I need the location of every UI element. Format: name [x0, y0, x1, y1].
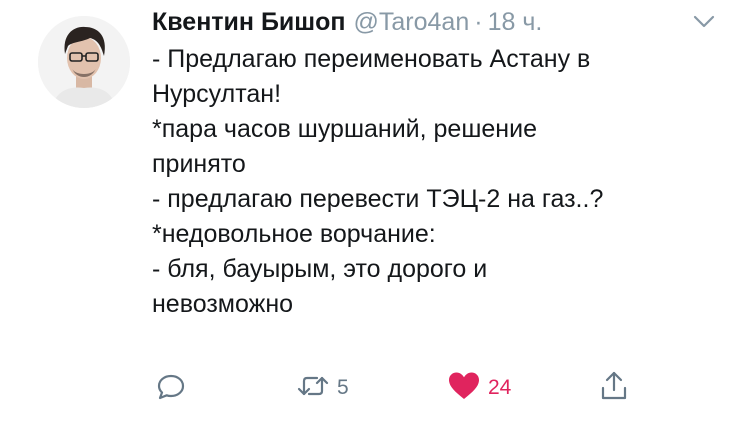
chevron-down-icon[interactable]: [690, 8, 718, 36]
tweet-line: - предлагаю перевести ТЭЦ-2 на газ..?: [152, 185, 604, 213]
share-icon: [598, 369, 630, 408]
like-count: 24: [488, 376, 512, 399]
tweet-header: Квентин Бишоп @Taro4an · 18 ч.: [152, 8, 542, 40]
retweet-icon: [295, 370, 331, 407]
tweet-time[interactable]: 18 ч.: [488, 8, 543, 37]
tweet-line: принято: [152, 150, 246, 178]
tweet-line: *пара часов шуршаний, решение: [152, 115, 537, 143]
tweet-actions: 5 24: [0, 368, 750, 408]
retweet-count: 5: [337, 376, 349, 399]
share-button[interactable]: [598, 368, 630, 408]
like-button[interactable]: 24: [446, 368, 511, 408]
tweet-line: *недовольное ворчание:: [152, 220, 436, 248]
tweet-line: - бля, бауырым, это дорого и: [152, 255, 488, 283]
reply-button[interactable]: [155, 368, 187, 408]
author-handle[interactable]: @Taro4an: [354, 8, 470, 37]
retweet-button[interactable]: 5: [295, 368, 349, 408]
header-separator: ·: [474, 8, 483, 36]
tweet-line: невозможно: [152, 290, 294, 318]
reply-icon: [155, 370, 187, 407]
avatar-image: [38, 16, 130, 108]
avatar[interactable]: [38, 16, 130, 108]
tweet-line: Нурсултан!: [152, 80, 282, 108]
heart-icon: [446, 370, 482, 407]
tweet-line: - Предлагаю переименовать Астану в: [152, 45, 591, 73]
tweet-text: - Предлагаю переименовать Астану в Нурсу…: [152, 42, 732, 322]
author-name[interactable]: Квентин Бишоп: [152, 8, 346, 37]
tweet: Квентин Бишоп @Taro4an · 18 ч. - Предлаг…: [0, 0, 750, 423]
